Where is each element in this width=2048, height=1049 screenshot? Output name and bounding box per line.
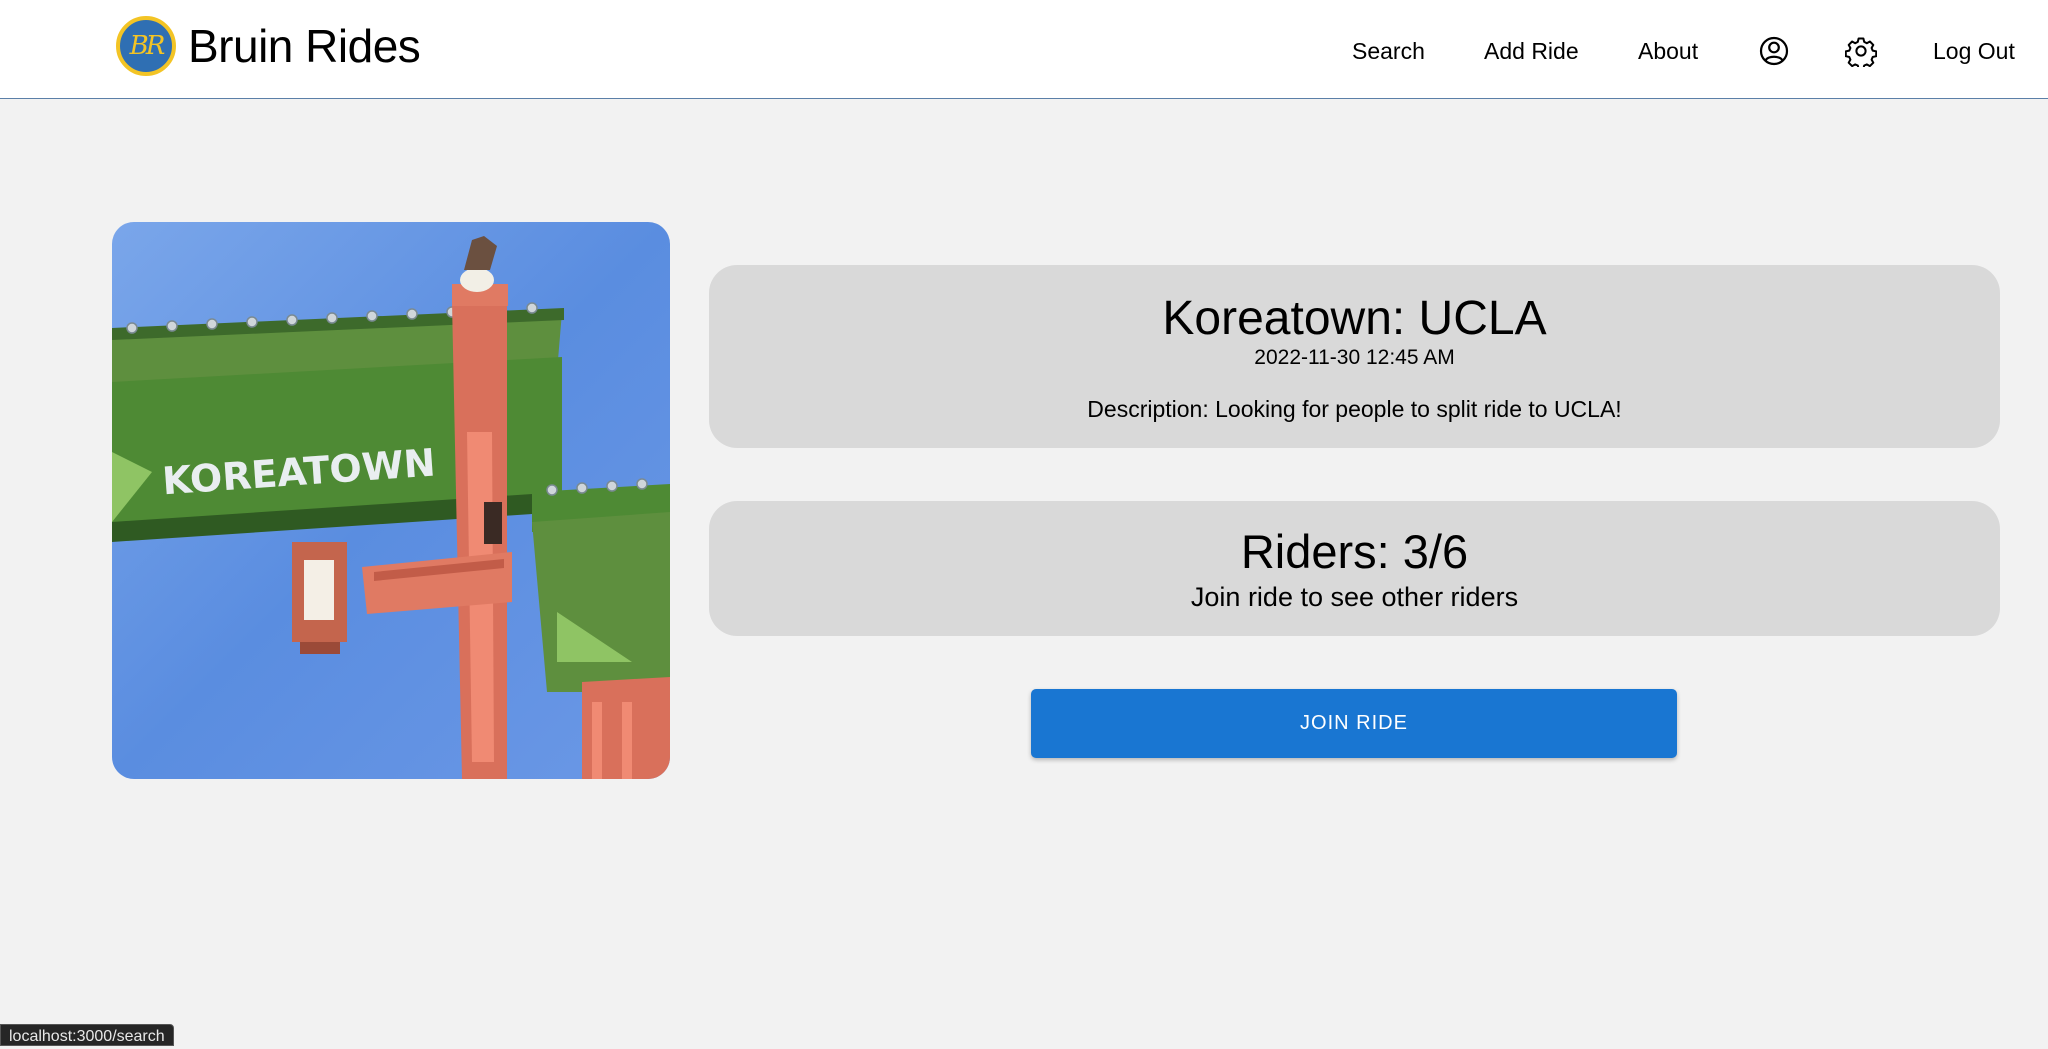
gear-icon[interactable] (1844, 35, 1878, 70)
ride-description: Description: Looking for people to split… (1087, 396, 1622, 422)
ride-title: Koreatown: UCLA (1162, 292, 1547, 345)
bruin-rides-logo: BR (116, 16, 176, 76)
join-ride-button[interactable]: JOIN RIDE (1031, 689, 1677, 758)
nav-search-link[interactable]: Search (1352, 36, 1425, 66)
ride-destination-photo: KOREATOWN (112, 222, 670, 779)
brand-title: Bruin Rides (188, 20, 421, 72)
status-bar-url: localhost:3000/search (0, 1024, 174, 1046)
nav-add-ride-link[interactable]: Add Ride (1484, 36, 1579, 66)
user-circle-icon[interactable] (1758, 35, 1790, 67)
ride-datetime: 2022-11-30 12:45 AM (1254, 346, 1455, 369)
riders-count: Riders: 3/6 (1240, 525, 1469, 578)
nav-about-link[interactable]: About (1638, 36, 1698, 66)
brand-home-link[interactable]: BR Bruin Rides (116, 15, 421, 77)
ride-info-card: Koreatown: UCLA 2022-11-30 12:45 AM Desc… (709, 265, 2000, 448)
riders-hint: Join ride to see other riders (1190, 582, 1519, 612)
top-navbar: BR Bruin Rides Search Add Ride About Log… (0, 0, 2048, 99)
nav-logout-link[interactable]: Log Out (1933, 36, 2015, 66)
riders-card: Riders: 3/6 Join ride to see other rider… (709, 501, 2000, 636)
